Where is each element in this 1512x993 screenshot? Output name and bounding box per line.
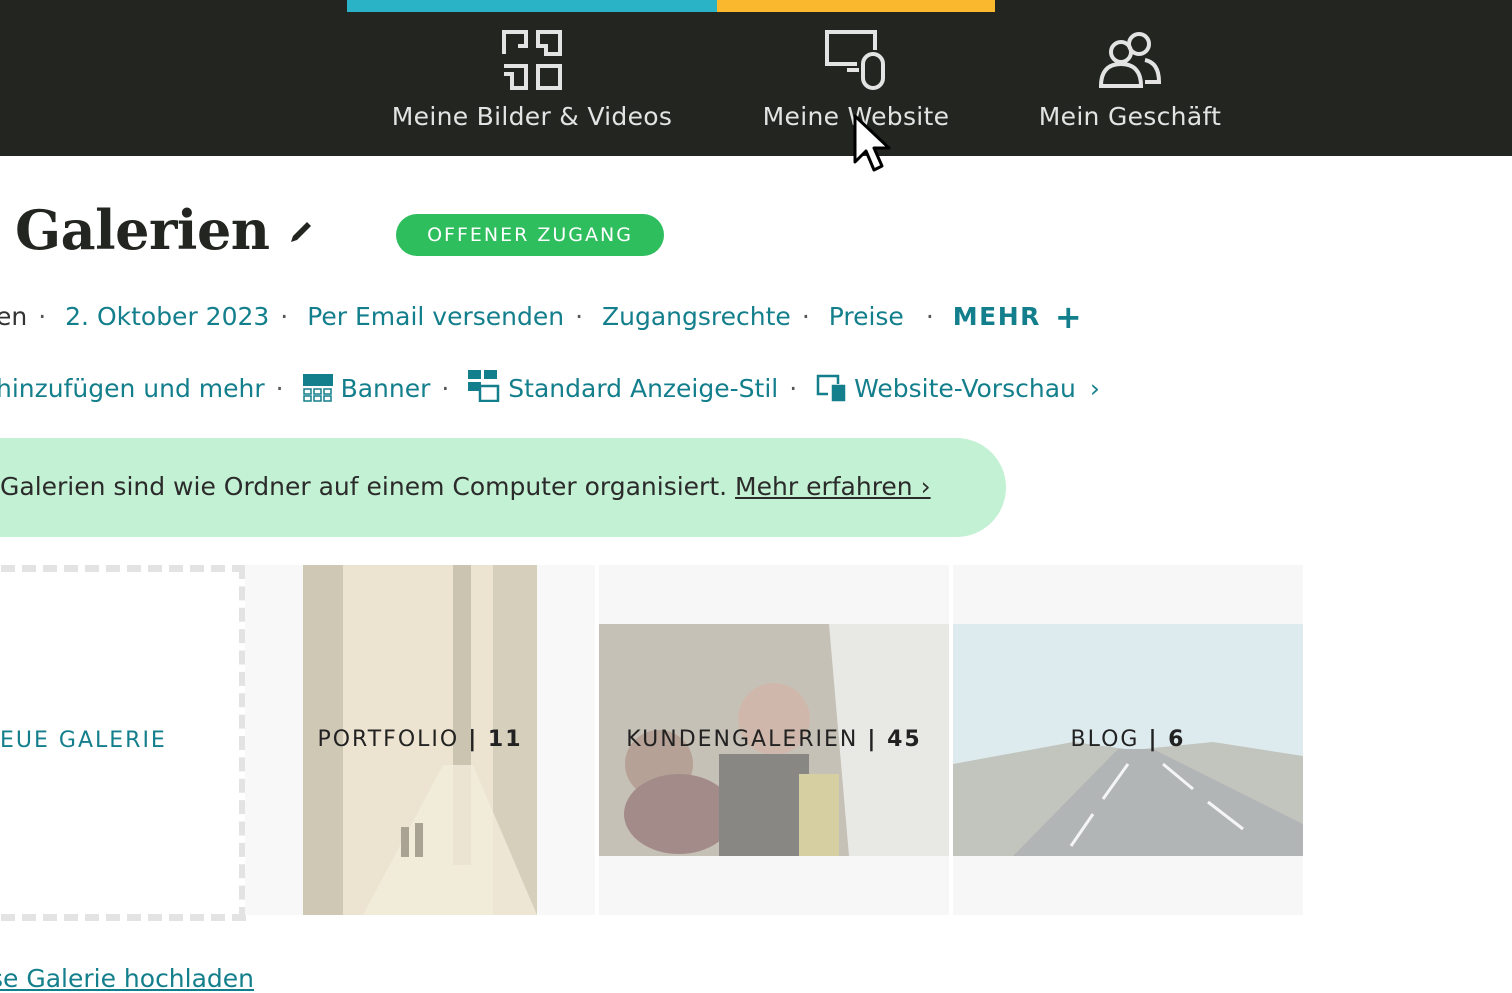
nav-label: Meine Bilder & Videos (391, 102, 673, 131)
website-preview-icon (816, 374, 846, 402)
access-rights-link[interactable]: Zugangsrechte (602, 302, 791, 331)
learn-more-link[interactable]: Mehr erfahren › (735, 472, 931, 501)
gallery-tools-bar: hinzufügen und mehr · Banner · Standard An… (0, 370, 1100, 403)
grid-icon (502, 30, 562, 90)
upload-gallery-link[interactable]: se Galerie hochladen (0, 964, 254, 993)
banner-link[interactable]: Banner (341, 374, 431, 403)
chevron-right-icon[interactable]: › (1090, 374, 1100, 403)
prices-link[interactable]: Preise (829, 302, 904, 331)
meta-cut-item[interactable]: en (0, 302, 27, 331)
top-navigation: Meine Bilder & Videos Meine Website Mein… (0, 0, 1512, 156)
active-tab-indicator (347, 0, 717, 12)
gallery-tile-blog[interactable]: BLOG | 6 (953, 565, 1303, 915)
gallery-caption: PORTFOLIO | 11 (317, 727, 523, 752)
nav-label: Mein Geschäft (1038, 102, 1222, 131)
display-style-icon (468, 370, 500, 403)
gallery-tile-portfolio[interactable]: PORTFOLIO | 11 (245, 565, 595, 915)
devices-icon (825, 30, 885, 90)
gallery-caption: BLOG | 6 (1070, 727, 1186, 752)
mouse-cursor-icon (853, 114, 891, 172)
website-preview-link[interactable]: Website-Vorschau (854, 374, 1076, 403)
nav-item-my-photos-videos[interactable]: Meine Bilder & Videos (387, 30, 677, 131)
access-status-badge[interactable]: OFFENER ZUGANG (396, 214, 664, 256)
more-button[interactable]: MEHR (953, 302, 1041, 331)
users-icon (1099, 32, 1161, 88)
display-style-link[interactable]: Standard Anzeige-Stil (508, 374, 778, 403)
page-title: Galerien (15, 198, 270, 262)
gallery-tile-client-galleries[interactable]: KUNDENGALERIEN | 45 (599, 565, 949, 915)
new-gallery-label[interactable]: EUE GALERIE (0, 728, 167, 753)
accent-bar (717, 0, 995, 12)
add-more-link[interactable]: hinzufügen und mehr (0, 374, 265, 403)
pencil-icon[interactable] (287, 218, 315, 246)
info-banner-text: Galerien sind wie Ordner auf einem Compu… (0, 472, 931, 501)
banner-icon (302, 374, 333, 402)
date-link[interactable]: 2. Oktober 2023 (65, 302, 269, 331)
nav-item-my-business[interactable]: Mein Geschäft (1034, 30, 1226, 131)
gallery-meta-bar: en · 2. Oktober 2023 · Per Email versenden… (0, 298, 1082, 336)
plus-icon[interactable]: + (1055, 298, 1082, 336)
gallery-caption: KUNDENGALERIEN | 45 (626, 727, 922, 752)
send-email-link[interactable]: Per Email versenden (307, 302, 564, 331)
